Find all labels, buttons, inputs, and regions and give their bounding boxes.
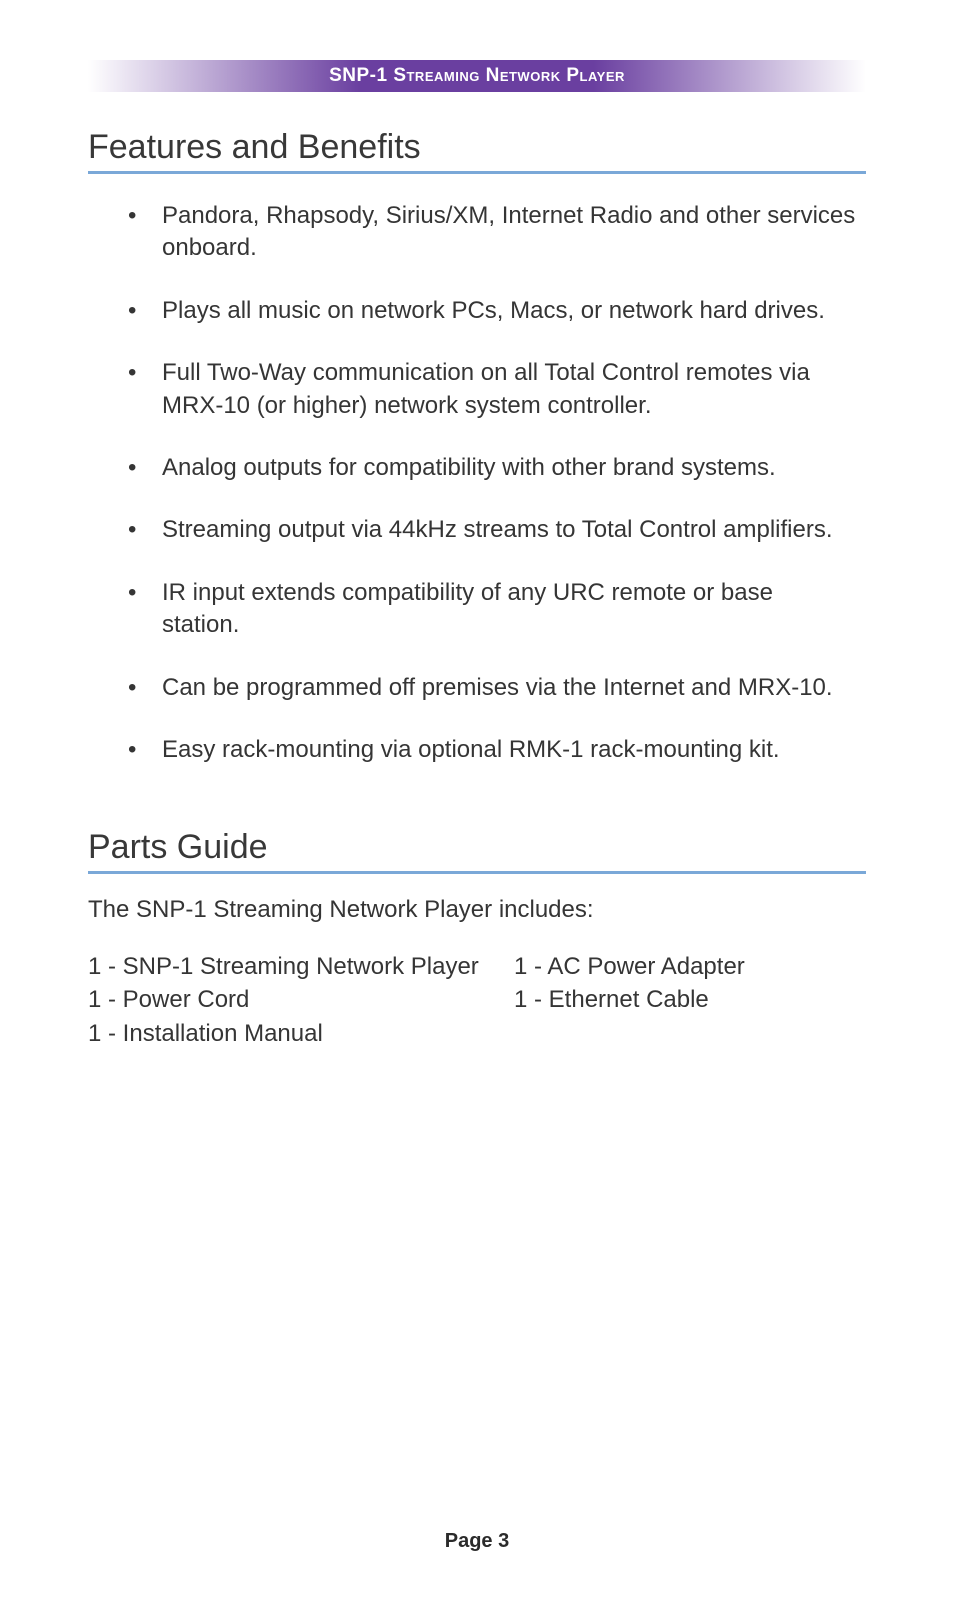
list-item: Full Two-Way communication on all Total … bbox=[162, 357, 856, 422]
list-item: IR input extends compatibility of any UR… bbox=[162, 577, 856, 642]
list-item: Pandora, Rhapsody, Sirius/XM, Internet R… bbox=[162, 200, 856, 265]
list-item: Easy rack-mounting via optional RMK-1 ra… bbox=[162, 734, 856, 766]
list-item: Streaming output via 44kHz streams to To… bbox=[162, 514, 856, 546]
parts-item: 1 - AC Power Adapter bbox=[514, 950, 866, 983]
features-heading: Features and Benefits bbox=[88, 128, 866, 174]
parts-column-left: 1 - SNP-1 Streaming Network Player 1 - P… bbox=[88, 950, 484, 1049]
parts-item: 1 - Power Cord bbox=[88, 983, 484, 1016]
header-banner: SNP-1 Streaming Network Player bbox=[88, 60, 866, 92]
parts-intro-text: The SNP-1 Streaming Network Player inclu… bbox=[88, 896, 866, 924]
parts-item: 1 - SNP-1 Streaming Network Player bbox=[88, 950, 484, 983]
features-list: Pandora, Rhapsody, Sirius/XM, Internet R… bbox=[88, 200, 866, 766]
list-item: Analog outputs for compatibility with ot… bbox=[162, 452, 856, 484]
page-footer: Page 3 bbox=[0, 1530, 954, 1553]
parts-section: Parts Guide The SNP-1 Streaming Network … bbox=[88, 828, 866, 1049]
parts-columns: 1 - SNP-1 Streaming Network Player 1 - P… bbox=[88, 950, 866, 1049]
list-item: Can be programmed off premises via the I… bbox=[162, 672, 856, 704]
parts-heading: Parts Guide bbox=[88, 828, 866, 874]
parts-item: 1 - Ethernet Cable bbox=[514, 983, 866, 1016]
parts-item: 1 - Installation Manual bbox=[88, 1017, 484, 1050]
parts-column-right: 1 - AC Power Adapter 1 - Ethernet Cable bbox=[514, 950, 866, 1049]
document-page: SNP-1 Streaming Network Player Features … bbox=[0, 0, 954, 1050]
list-item: Plays all music on network PCs, Macs, or… bbox=[162, 295, 856, 327]
page-number: Page 3 bbox=[445, 1530, 509, 1552]
banner-title: SNP-1 Streaming Network Player bbox=[329, 65, 625, 87]
